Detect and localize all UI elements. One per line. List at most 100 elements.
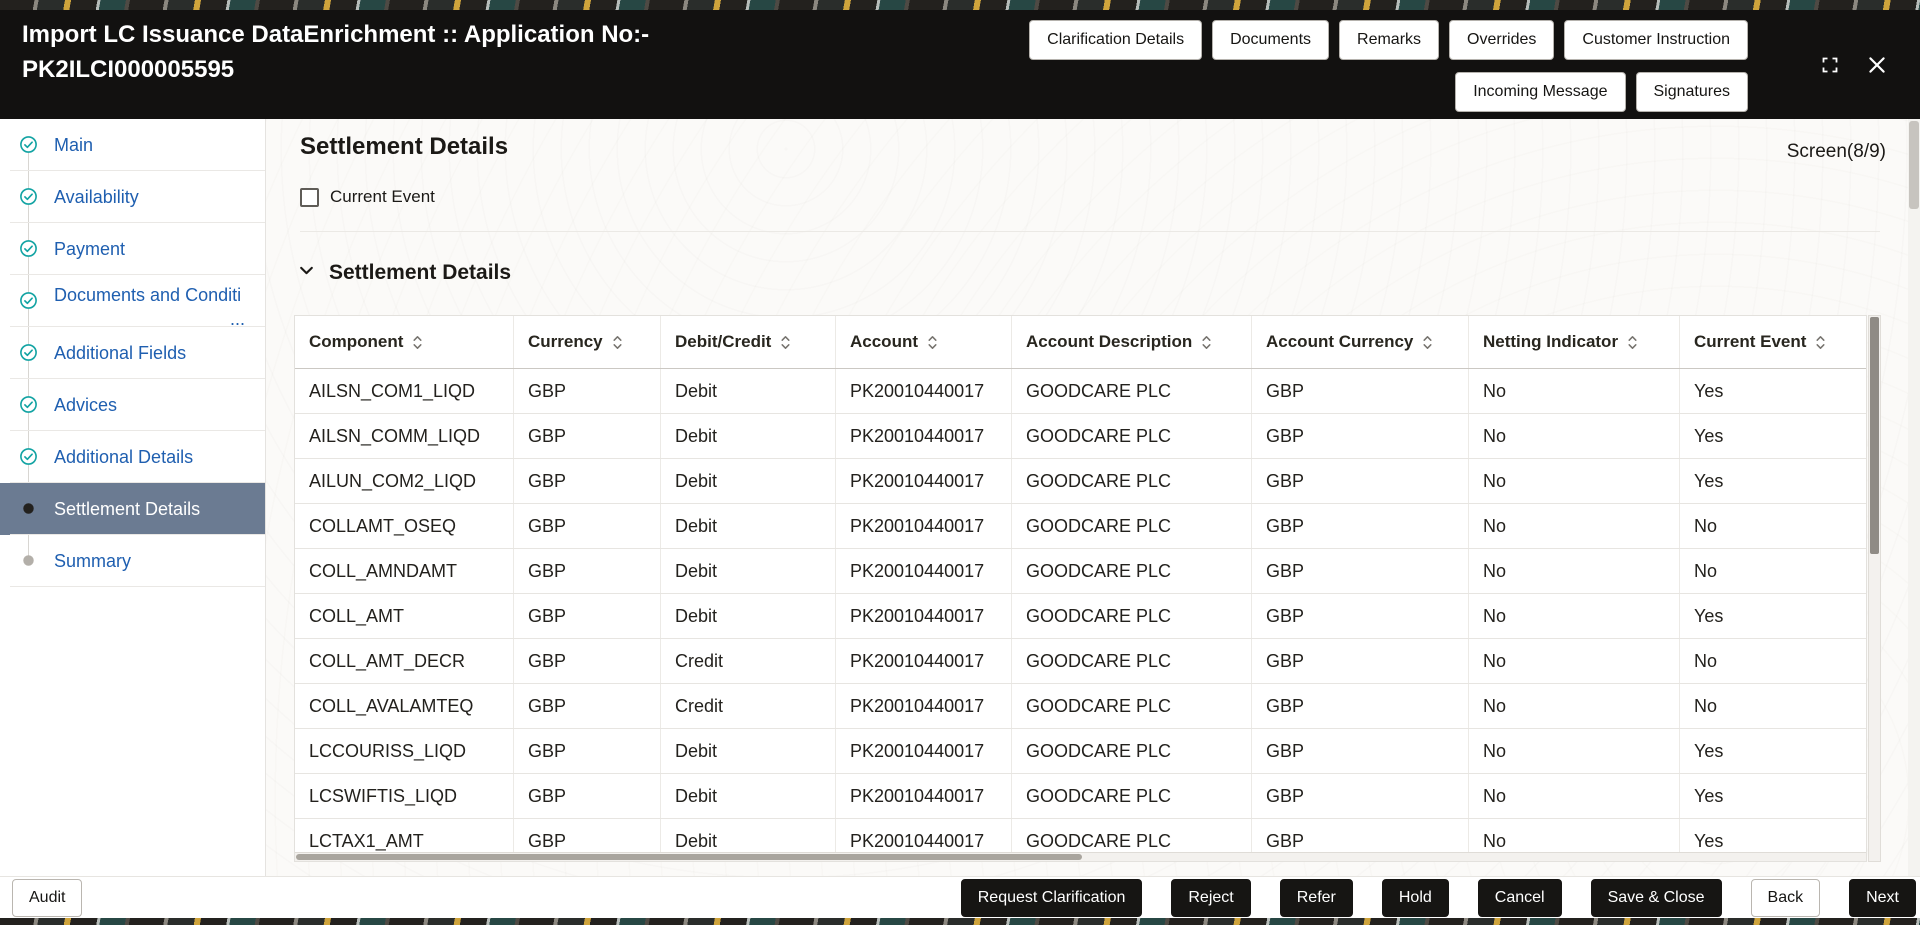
fullscreen-toggle-icon[interactable] xyxy=(1820,55,1840,75)
table-cell: PK20010440017 xyxy=(836,414,1012,458)
table-cell: GOODCARE PLC xyxy=(1012,414,1252,458)
table-row[interactable]: COLL_AMNDAMT GBP Debit PK20010440017 GOODCAR… xyxy=(295,549,1866,594)
section-title: Settlement Details xyxy=(329,261,512,284)
table-cell: LCCOURISS_LIQD xyxy=(295,729,514,773)
sidebar-item-main[interactable]: Main xyxy=(0,119,265,171)
request-clarification-button[interactable]: Request Clarification xyxy=(960,879,1143,917)
sort-icon[interactable] xyxy=(1627,334,1638,351)
table-cell: Debit xyxy=(661,369,836,413)
table-cell: GBP xyxy=(514,639,661,683)
sidebar-item-documents-and-conditi[interactable]: Documents and Conditi... xyxy=(0,275,265,328)
table-row[interactable]: COLL_AVALAMTEQ GBP Credit PK20010440017 GOOD… xyxy=(295,684,1866,729)
table-cell: GBP xyxy=(514,774,661,818)
column-header-component[interactable]: Component xyxy=(295,316,514,368)
header-actions: Clarification Details Documents Remarks Ove… xyxy=(1029,20,1748,112)
sort-icon[interactable] xyxy=(780,334,791,351)
sort-icon[interactable] xyxy=(412,334,423,351)
header-button-incoming-message[interactable]: Incoming Message xyxy=(1455,72,1626,112)
table-row[interactable]: LCCOURISS_LIQD GBP Debit PK20010440017 GOODC… xyxy=(295,729,1866,774)
header-button-clarification-details[interactable]: Clarification Details xyxy=(1029,20,1203,60)
back-button[interactable]: Back xyxy=(1750,879,1821,917)
header-button-customer-instruction[interactable]: Customer Instruction xyxy=(1564,20,1748,60)
sort-icon[interactable] xyxy=(1201,334,1212,351)
step-active-icon xyxy=(19,499,38,518)
sidebar-item-additional-details[interactable]: Additional Details xyxy=(0,431,265,483)
header-button-remarks[interactable]: Remarks xyxy=(1339,20,1440,60)
page-scrollbar[interactable] xyxy=(1908,119,1920,876)
table-row[interactable]: COLL_AMT GBP Debit PK20010440017 GOODCARE PL… xyxy=(295,594,1866,639)
window-controls xyxy=(1820,54,1888,76)
app-title: Import LC Issuance DataEnrichment :: App… xyxy=(22,17,649,87)
current-event-checkbox[interactable] xyxy=(300,187,319,207)
header-button-documents[interactable]: Documents xyxy=(1212,20,1330,60)
app-header: Import LC Issuance DataEnrichment :: App… xyxy=(0,10,1920,119)
table-cell: COLL_AMT xyxy=(295,594,514,638)
sort-icon[interactable] xyxy=(1815,334,1826,351)
refer-button[interactable]: Refer xyxy=(1279,879,1353,917)
step-done-icon xyxy=(19,395,38,414)
table-cell: AILSN_COM1_LIQD xyxy=(295,369,514,413)
table-cell: GBP xyxy=(1252,774,1469,818)
table-cell: PK20010440017 xyxy=(836,639,1012,683)
column-header-account[interactable]: Account xyxy=(836,316,1012,368)
table-body: AILSN_COM1_LIQD GBP Debit PK20010440017 GOOD… xyxy=(295,369,1866,861)
save-close-button[interactable]: Save & Close xyxy=(1590,879,1722,917)
table-vertical-scrollbar[interactable] xyxy=(1868,315,1881,862)
header-button-overrides[interactable]: Overrides xyxy=(1449,20,1555,60)
table-cell: GBP xyxy=(1252,504,1469,548)
sort-icon[interactable] xyxy=(927,334,938,351)
table-cell: PK20010440017 xyxy=(836,729,1012,773)
sidebar-steps: Main Availability Payment Documents and Con… xyxy=(0,119,265,587)
table-cell: No xyxy=(1694,695,1718,716)
settlement-details-section-header[interactable]: Settlement Details xyxy=(298,261,511,285)
table-cell: Yes xyxy=(1694,740,1724,761)
header-button-signatures[interactable]: Signatures xyxy=(1635,72,1748,112)
table-row[interactable]: COLL_AMT_DECR GBP Credit PK20010440017 GOODC… xyxy=(295,639,1866,684)
cancel-button[interactable]: Cancel xyxy=(1477,879,1562,917)
sidebar-item-settlement-details[interactable]: Settlement Details xyxy=(0,483,265,535)
column-header-debit-credit[interactable]: Debit/Credit xyxy=(661,316,836,368)
table-cell: Credit xyxy=(661,639,836,683)
sidebar-item-label: Settlement Details xyxy=(54,498,201,519)
close-icon[interactable] xyxy=(1866,54,1888,76)
audit-button[interactable]: Audit xyxy=(12,879,83,917)
table-row[interactable]: AILSN_COMM_LIQD GBP Debit PK20010440017 GOOD… xyxy=(295,414,1866,459)
table-cell: No xyxy=(1469,774,1680,818)
sidebar-item-payment[interactable]: Payment xyxy=(0,223,265,275)
table-cell: No xyxy=(1469,504,1680,548)
horizontal-scrollbar-thumb[interactable] xyxy=(296,854,1082,860)
sidebar-item-advices[interactable]: Advices xyxy=(0,379,265,431)
table-row[interactable]: COLLAMT_OSEQ GBP Debit PK20010440017 GOODCAR… xyxy=(295,504,1866,549)
sort-icon[interactable] xyxy=(612,334,623,351)
table-cell: GBP xyxy=(514,594,661,638)
sidebar-item-availability[interactable]: Availability xyxy=(0,171,265,223)
table-row[interactable]: AILUN_COM2_LIQD GBP Debit PK20010440017 GOOD… xyxy=(295,459,1866,504)
table-cell: GOODCARE PLC xyxy=(1012,684,1252,728)
sidebar-item-summary[interactable]: Summary xyxy=(0,535,265,587)
table-cell: No xyxy=(1469,684,1680,728)
next-button[interactable]: Next xyxy=(1849,879,1916,917)
reject-button[interactable]: Reject xyxy=(1171,879,1251,917)
table-cell: COLLAMT_OSEQ xyxy=(295,504,514,548)
column-label: Account Description xyxy=(1026,332,1193,351)
table-cell: GBP xyxy=(514,549,661,593)
column-header-account-currency[interactable]: Account Currency xyxy=(1252,316,1469,368)
column-header-netting-indicator[interactable]: Netting Indicator xyxy=(1469,316,1680,368)
table-cell: Yes xyxy=(1694,605,1724,626)
sidebar-item-additional-fields[interactable]: Additional Fields xyxy=(0,327,265,379)
table-row[interactable]: LCSWIFTIS_LIQD GBP Debit PK20010440017 GOODC… xyxy=(295,774,1866,819)
column-header-account-description[interactable]: Account Description xyxy=(1012,316,1252,368)
step-done-icon xyxy=(19,447,38,466)
horizontal-scrollbar[interactable] xyxy=(295,852,1866,861)
table-row[interactable]: AILSN_COM1_LIQD GBP Debit PK20010440017 GOOD… xyxy=(295,369,1866,414)
hold-button[interactable]: Hold xyxy=(1381,879,1449,917)
sort-icon[interactable] xyxy=(1422,334,1433,351)
table-scrollbar-thumb[interactable] xyxy=(1870,317,1879,554)
table-cell: Debit xyxy=(661,549,836,593)
column-header-currency[interactable]: Currency xyxy=(514,316,661,368)
page-scrollbar-thumb[interactable] xyxy=(1909,121,1919,209)
table-cell: No xyxy=(1469,639,1680,683)
table-cell: GBP xyxy=(514,684,661,728)
content: Settlement Details Screen(8/9) Current E… xyxy=(266,119,1920,876)
column-header-current-event[interactable]: Current Event xyxy=(1680,316,1866,368)
